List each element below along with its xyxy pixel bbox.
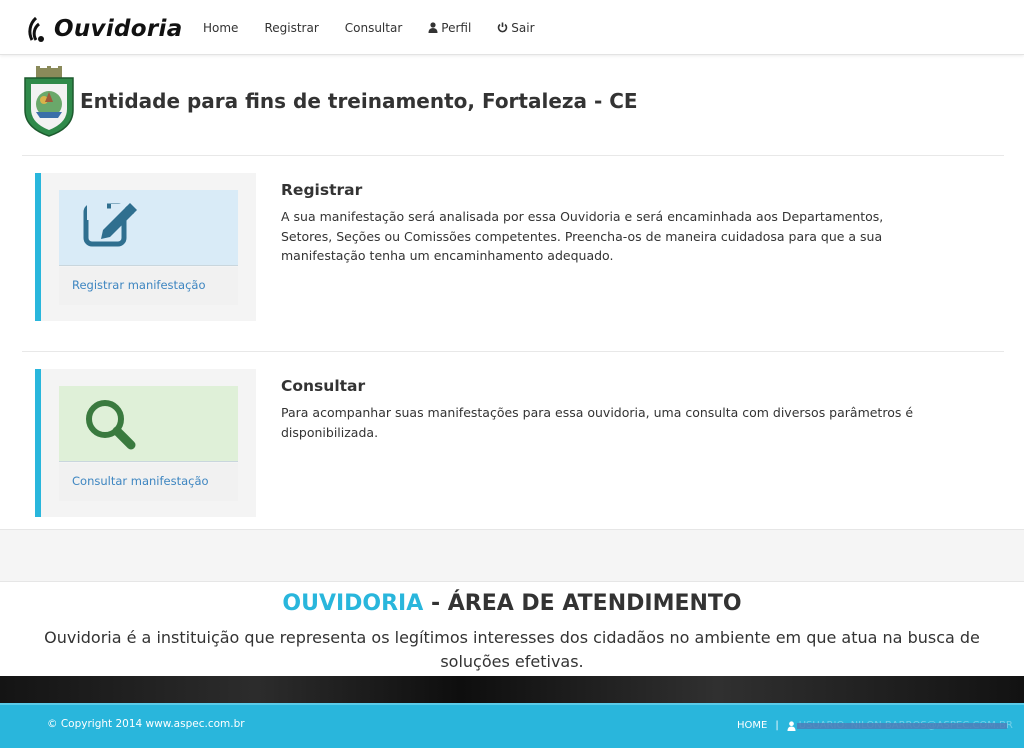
- nav-sair-label: Sair: [511, 20, 535, 35]
- user-icon: [787, 721, 796, 731]
- registrar-description: A sua manifestação será analisada por es…: [281, 209, 884, 263]
- consultar-heading: Consultar: [281, 377, 366, 395]
- page-title: Entidade para fins de treinamento, Forta…: [80, 89, 638, 113]
- consultar-manifestacao-link[interactable]: Consultar manifestação: [72, 474, 209, 488]
- divider: [22, 351, 1004, 352]
- footer-user[interactable]: USUARIO: NILON BARROS@ASPEC.COM.BR: [787, 720, 1013, 731]
- footer-dark-strip: [0, 676, 1024, 703]
- main-nav: Home Registrar Consultar Perfil Sair: [190, 0, 548, 55]
- nav-perfil[interactable]: Perfil: [425, 0, 474, 55]
- footer-separator: |: [775, 720, 779, 731]
- registrar-manifestacao-link[interactable]: Registrar manifestação: [72, 278, 206, 292]
- top-navbar: Ouvidoria Home Registrar Consultar Perfi…: [0, 0, 1024, 55]
- footer: © Copyright 2014 www.aspec.com.br HOME |…: [0, 703, 1024, 748]
- logo-text: Ouvidoria: [54, 16, 183, 42]
- registrar-heading: Registrar: [281, 181, 363, 199]
- nav-perfil-label: Perfil: [441, 20, 472, 35]
- nav-sair[interactable]: Sair: [494, 0, 537, 55]
- consultar-icon-box[interactable]: [59, 386, 238, 462]
- power-icon: [498, 22, 508, 33]
- search-icon: [86, 400, 136, 450]
- about-text: Ouvidoria é a instituição que representa…: [44, 628, 980, 671]
- nav-registrar[interactable]: Registrar: [261, 0, 321, 55]
- about-title-accent: OUVIDORIA: [282, 591, 424, 616]
- about-title: OUVIDORIA - ÁREA DE ATENDIMENTO: [0, 591, 1024, 616]
- redaction-bar: [796, 723, 1007, 729]
- copyright-text: © Copyright 2014 www.aspec.com.br: [47, 718, 245, 730]
- nav-home[interactable]: Home: [200, 0, 241, 55]
- registrar-card: Registrar manifestação: [35, 173, 256, 321]
- about-title-rest: - ÁREA DE ATENDIMENTO: [423, 591, 742, 616]
- nav-registrar-label: Registrar: [264, 20, 319, 35]
- nav-consultar-label: Consultar: [344, 20, 403, 35]
- edit-icon: [83, 200, 137, 247]
- nav-consultar[interactable]: Consultar: [342, 0, 406, 55]
- nav-home-label: Home: [203, 20, 239, 35]
- consultar-card: Consultar manifestação: [35, 369, 256, 517]
- user-icon: [428, 22, 438, 33]
- consultar-description: Para acompanhar suas manifestações para …: [281, 405, 914, 440]
- coat-of-arms-icon: [24, 66, 74, 137]
- separator-band: [0, 529, 1024, 582]
- footer-nav: HOME | USUARIO: NILON BARROS@ASPEC.COM.B…: [737, 720, 1013, 731]
- footer-home-link[interactable]: HOME: [737, 720, 767, 731]
- registrar-icon-box[interactable]: [59, 190, 238, 266]
- ouvidoria-logo[interactable]: Ouvidoria: [26, 10, 182, 46]
- divider: [22, 155, 1004, 156]
